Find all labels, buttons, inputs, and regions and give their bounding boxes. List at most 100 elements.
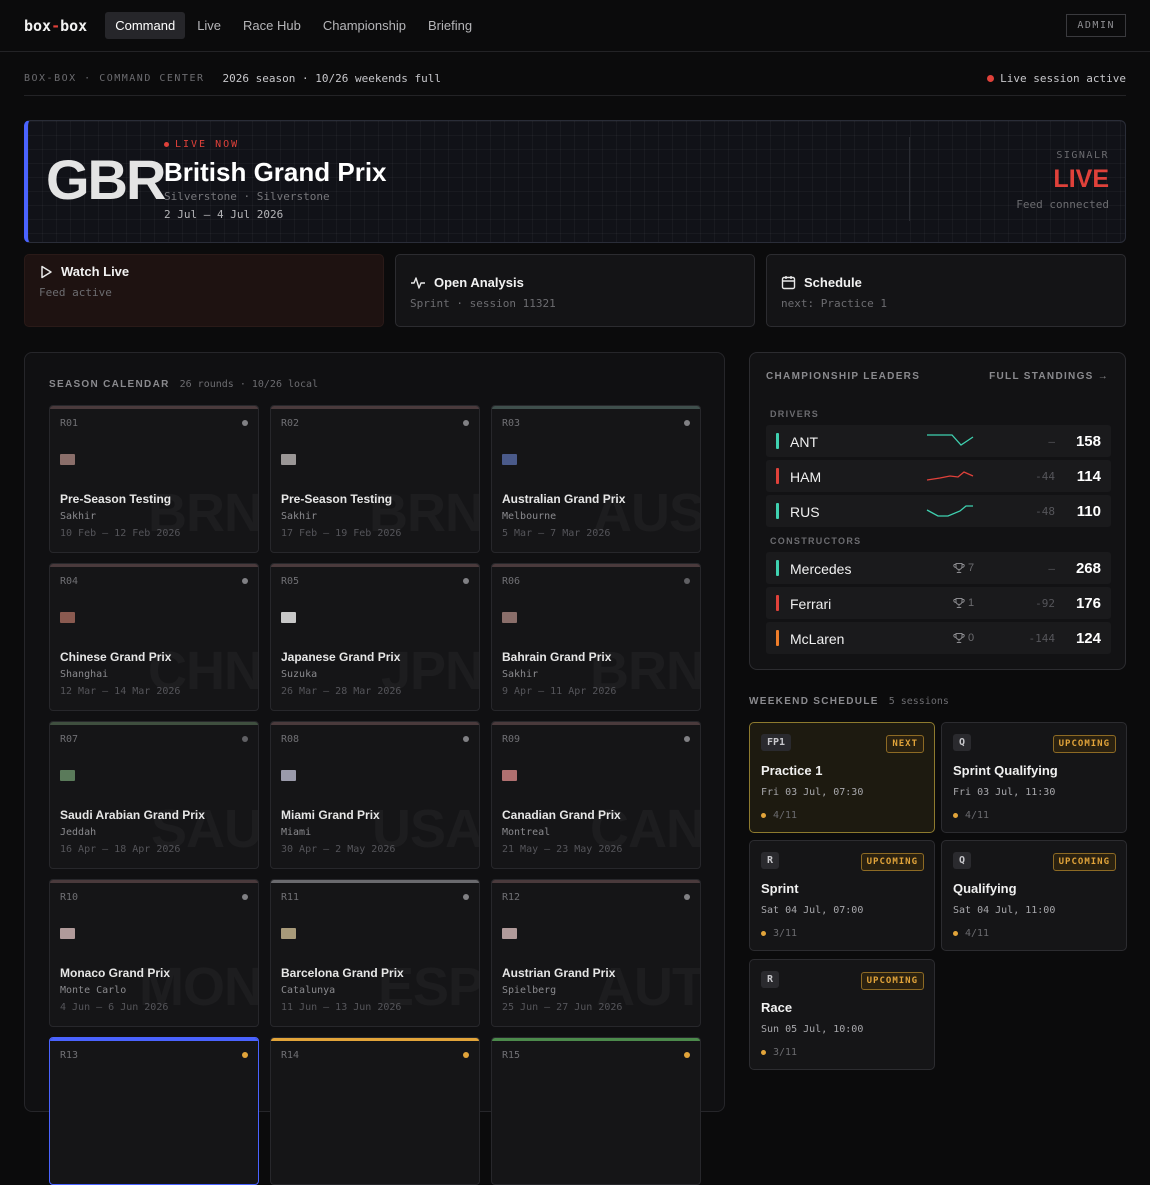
full-standings-link[interactable]: FULL STANDINGS → [989, 371, 1109, 382]
round-name: Saudi Arabian Grand Prix [60, 808, 205, 822]
live-session-indicator: Live session active [987, 72, 1126, 85]
round-status-bar [50, 564, 258, 567]
constructor-points: 124 [1075, 630, 1101, 647]
top-nav: box-box Command Live Race Hub Championsh… [0, 0, 1150, 52]
points-gap: -48 [1035, 505, 1055, 518]
signal-label: SIGNALR [1056, 150, 1109, 161]
round-dates: 26 Mar – 28 Mar 2026 [281, 686, 402, 697]
schedule-card[interactable]: Schedule next: Practice 1 [766, 254, 1126, 327]
logo-right: box [60, 16, 88, 35]
leaders-title: CHAMPIONSHIP LEADERS [766, 371, 921, 382]
points-gap: — [1048, 562, 1055, 575]
session-card[interactable]: R UPCOMING Sprint Sat 04 Jul, 07:00 3/11 [749, 840, 935, 951]
round-status-dot-icon [684, 894, 690, 900]
round-dates: 11 Jun – 13 Jun 2026 [281, 1002, 402, 1013]
round-status-dot-icon [242, 1052, 248, 1058]
session-status-badge: NEXT [886, 735, 924, 753]
round-number: R01 [60, 418, 79, 429]
round-dates: 30 Apr – 2 May 2026 [281, 844, 396, 855]
current-event-hero[interactable]: GBR LIVE NOW British Grand Prix Silverst… [24, 120, 1126, 243]
nav-tab-race-hub[interactable]: Race Hub [233, 12, 311, 39]
activity-icon [411, 276, 425, 289]
session-code: R [761, 971, 780, 988]
session-card[interactable]: FP1 NEXT Practice 1 Fri 03 Jul, 07:30 4/11 [749, 722, 935, 833]
nav-tab-command[interactable]: Command [105, 12, 186, 39]
session-code: Q [953, 852, 972, 869]
driver-name: HAM [790, 469, 822, 485]
status-dot-icon [953, 813, 958, 818]
round-dates: 5 Mar – 7 Mar 2026 [502, 528, 611, 539]
nav-tab-championship[interactable]: Championship [313, 12, 416, 39]
watch-live-title: Watch Live [39, 264, 129, 279]
breadcrumb: BOX-BOX · COMMAND CENTER [24, 73, 205, 84]
team-color-bar [776, 468, 779, 484]
round-status-dot-icon [463, 1052, 469, 1058]
round-number: R11 [281, 892, 300, 903]
round-number: R10 [60, 892, 79, 903]
session-card[interactable]: Q UPCOMING Sprint Qualifying Fri 03 Jul, 11… [941, 722, 1127, 833]
status-dot-icon [761, 931, 766, 936]
round-card[interactable]: JPNR05Japanese Grand PrixSuzuka26 Mar – … [270, 563, 480, 711]
trend-sparkline-icon [926, 505, 973, 517]
schedule-title: Schedule [781, 275, 862, 290]
round-card[interactable]: R13 [49, 1037, 259, 1185]
session-card[interactable]: Q UPCOMING Qualifying Sat 04 Jul, 11:00 4/11 [941, 840, 1127, 951]
driver-row[interactable]: HAM -44 114 [766, 460, 1111, 492]
round-name: Monaco Grand Prix [60, 966, 171, 980]
constructors-section-label: CONSTRUCTORS [770, 536, 862, 546]
schedule-section-title: WEEKEND SCHEDULE [749, 696, 879, 707]
nav-tab-briefing[interactable]: Briefing [418, 12, 482, 39]
round-dates: 25 Jun – 27 Jun 2026 [502, 1002, 623, 1013]
round-name: Pre-Season Testing [281, 492, 393, 506]
wins-count: 1 [953, 597, 974, 609]
round-city: Sakhir [281, 511, 318, 522]
trend-sparkline-icon [926, 471, 974, 481]
driver-points: 114 [1076, 468, 1101, 485]
session-progress-count: 4/11 [965, 810, 990, 821]
round-card[interactable]: AUTR12Austrian Grand PrixSpielberg25 Jun… [491, 879, 701, 1027]
constructor-points: 176 [1075, 595, 1101, 612]
round-city: Jeddah [60, 827, 97, 838]
session-name: Race [761, 1000, 793, 1015]
round-card[interactable]: AUSR03Australian Grand PrixMelbourne5 Ma… [491, 405, 701, 553]
round-card[interactable]: ESPR11Barcelona Grand PrixCatalunya11 Ju… [270, 879, 480, 1027]
round-card[interactable]: CHNR04Chinese Grand PrixShanghai12 Mar –… [49, 563, 259, 711]
round-card[interactable]: BRNR01Pre-Season TestingSakhir10 Feb – 1… [49, 405, 259, 553]
driver-row[interactable]: RUS -48 110 [766, 495, 1111, 527]
constructor-row[interactable]: Mercedes 7 — 268 [766, 552, 1111, 584]
schedule-label: Schedule [804, 275, 862, 290]
round-status-bar [492, 880, 700, 883]
play-icon [41, 265, 52, 278]
open-analysis-card[interactable]: Open Analysis Sprint · session 11321 [395, 254, 755, 327]
round-card[interactable]: MONR10Monaco Grand PrixMonte Carlo4 Jun … [49, 879, 259, 1027]
session-code: FP1 [761, 734, 792, 751]
round-card[interactable]: USAR08Miami Grand PrixMiami30 Apr – 2 Ma… [270, 721, 480, 869]
nav-tab-live[interactable]: Live [187, 12, 231, 39]
driver-name: RUS [790, 504, 820, 520]
wins-value: 7 [968, 562, 975, 574]
session-card[interactable]: R UPCOMING Race Sun 05 Jul, 10:00 3/11 [749, 959, 935, 1070]
round-card[interactable]: R15 [491, 1037, 701, 1185]
wins-value: 0 [968, 632, 975, 644]
round-card[interactable]: CANR09Canadian Grand PrixMontreal21 May … [491, 721, 701, 869]
round-card[interactable]: BRNR02Pre-Season TestingSakhir17 Feb – 1… [270, 405, 480, 553]
app-logo[interactable]: box-box [24, 17, 87, 35]
round-card[interactable]: R14 [270, 1037, 480, 1185]
championship-leaders-panel: CHAMPIONSHIP LEADERS FULL STANDINGS → DR… [749, 352, 1126, 670]
session-status-badge: UPCOMING [1052, 853, 1116, 871]
round-status-bar [271, 722, 479, 725]
round-card[interactable]: SAUR07Saudi Arabian Grand PrixJeddah16 A… [49, 721, 259, 869]
round-number: R12 [502, 892, 521, 903]
constructor-name: Mercedes [790, 561, 852, 577]
round-card[interactable]: BRNR06Bahrain Grand PrixSakhir9 Apr – 11… [491, 563, 701, 711]
driver-row[interactable]: ANT — 158 [766, 425, 1111, 457]
constructor-row[interactable]: Ferrari 1 -92 176 [766, 587, 1111, 619]
round-number: R08 [281, 734, 300, 745]
points-gap: -92 [1035, 597, 1055, 610]
admin-button[interactable]: ADMIN [1066, 14, 1126, 37]
watch-live-card[interactable]: Watch Live Feed active [24, 254, 384, 327]
country-flag-icon [502, 770, 517, 781]
round-number: R07 [60, 734, 79, 745]
feed-status: Feed connected [1016, 198, 1109, 211]
constructor-row[interactable]: McLaren 0 -144 124 [766, 622, 1111, 654]
